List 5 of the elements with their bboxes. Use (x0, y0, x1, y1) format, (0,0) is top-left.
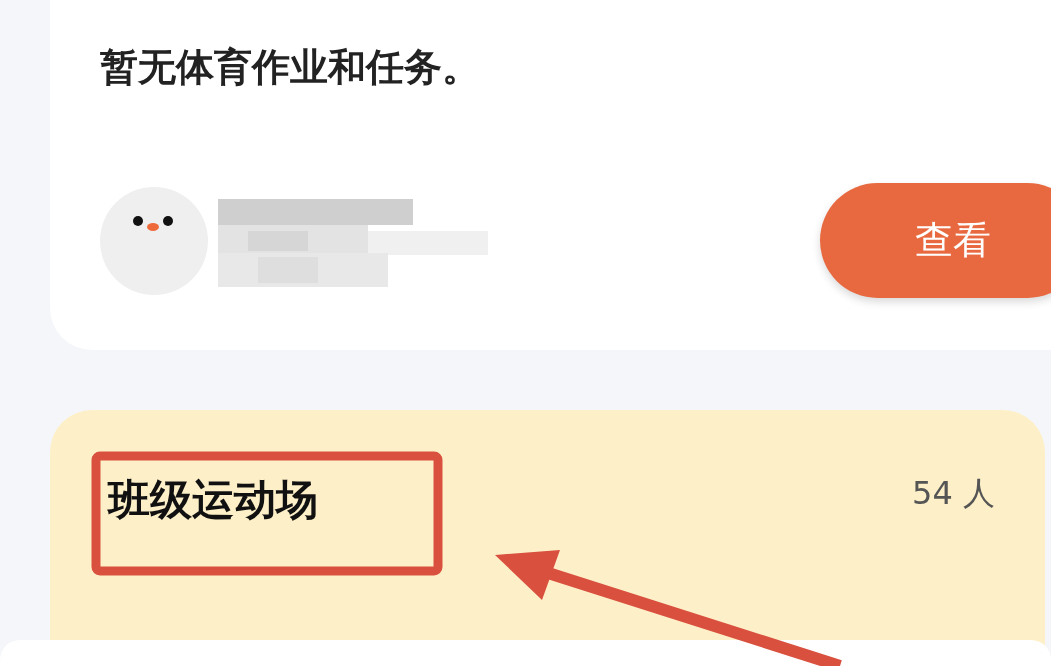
avatar-icon (100, 186, 208, 295)
view-button[interactable]: 查看 (820, 183, 1051, 298)
member-count: 54 人 (912, 473, 995, 514)
class-title: 班级运动场 (108, 474, 318, 526)
empty-notice: 暂无体育作业和任务。 (100, 44, 481, 91)
